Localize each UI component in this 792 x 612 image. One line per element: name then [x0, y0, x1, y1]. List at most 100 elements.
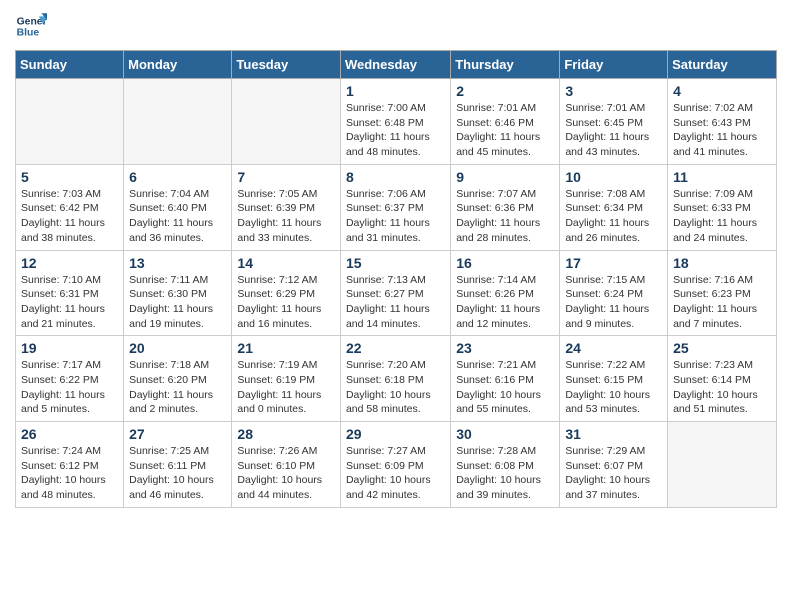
day-info: Sunrise: 7:16 AM Sunset: 6:23 PM Dayligh…	[673, 273, 771, 332]
header-thursday: Thursday	[451, 51, 560, 79]
day-number: 15	[346, 255, 445, 271]
day-info: Sunrise: 7:05 AM Sunset: 6:39 PM Dayligh…	[237, 187, 335, 246]
page: General Blue Sunday Monday Tuesday Wedne…	[0, 0, 792, 523]
calendar-cell: 10 Sunrise: 7:08 AM Sunset: 6:34 PM Dayli…	[560, 164, 668, 250]
calendar-cell: 7Sunrise: 7:05 AM Sunset: 6:39 PM Daylig…	[232, 164, 341, 250]
calendar: Sunday Monday Tuesday Wednesday Thursday…	[15, 50, 777, 508]
day-number: 18	[673, 255, 771, 271]
calendar-cell: 13 Sunrise: 7:11 AM Sunset: 6:30 PM Dayli…	[124, 250, 232, 336]
day-number: 12	[21, 255, 118, 271]
calendar-cell: 4 Sunrise: 7:02 AM Sunset: 6:43 PM Daylig…	[668, 79, 777, 165]
calendar-cell: 25Sunrise: 7:23 AM Sunset: 6:14 PM Dayli…	[668, 336, 777, 422]
calendar-cell: 26 Sunrise: 7:24 AM Sunset: 6:12 PM Dayli…	[16, 422, 124, 508]
day-info: Sunrise: 7:02 AM Sunset: 6:43 PM Dayligh…	[673, 101, 771, 160]
calendar-cell: 30 Sunrise: 7:28 AM Sunset: 6:08 PM Dayli…	[451, 422, 560, 508]
calendar-cell: 17 Sunrise: 7:15 AM Sunset: 6:24 PM Dayli…	[560, 250, 668, 336]
day-info: Sunrise: 7:20 AM Sunset: 6:18 PM Dayligh…	[346, 358, 445, 417]
day-info: Sunrise: 7:21 AM Sunset: 6:16 PM Dayligh…	[456, 358, 554, 417]
day-info: Sunrise: 7:08 AM Sunset: 6:34 PM Dayligh…	[565, 187, 662, 246]
calendar-cell: 23 Sunrise: 7:21 AM Sunset: 6:16 PM Dayli…	[451, 336, 560, 422]
day-number: 4	[673, 83, 771, 99]
day-number: 28	[237, 426, 335, 442]
calendar-cell: 29 Sunrise: 7:27 AM Sunset: 6:09 PM Dayli…	[340, 422, 450, 508]
day-info: Sunrise: 7:10 AM Sunset: 6:31 PM Dayligh…	[21, 273, 118, 332]
day-number: 30	[456, 426, 554, 442]
day-info: Sunrise: 7:25 AM Sunset: 6:11 PM Dayligh…	[129, 444, 226, 503]
calendar-cell: 20 Sunrise: 7:18 AM Sunset: 6:20 PM Dayli…	[124, 336, 232, 422]
header-tuesday: Tuesday	[232, 51, 341, 79]
calendar-cell: 14 Sunrise: 7:12 AM Sunset: 6:29 PM Dayli…	[232, 250, 341, 336]
day-info: Sunrise: 7:09 AM Sunset: 6:33 PM Dayligh…	[673, 187, 771, 246]
calendar-cell: 28 Sunrise: 7:26 AM Sunset: 6:10 PM Dayli…	[232, 422, 341, 508]
day-info: Sunrise: 7:23 AM Sunset: 6:14 PM Dayligh…	[673, 358, 771, 417]
day-number: 27	[129, 426, 226, 442]
calendar-cell: 27 Sunrise: 7:25 AM Sunset: 6:11 PM Dayli…	[124, 422, 232, 508]
day-number: 26	[21, 426, 118, 442]
calendar-cell: 9 Sunrise: 7:07 AM Sunset: 6:36 PM Daylig…	[451, 164, 560, 250]
day-info: Sunrise: 7:14 AM Sunset: 6:26 PM Dayligh…	[456, 273, 554, 332]
day-info: Sunrise: 7:26 AM Sunset: 6:10 PM Dayligh…	[237, 444, 335, 503]
day-number: 16	[456, 255, 554, 271]
header-friday: Friday	[560, 51, 668, 79]
calendar-cell: 1 Sunrise: 7:00 AM Sunset: 6:48 PM Daylig…	[340, 79, 450, 165]
day-number: 29	[346, 426, 445, 442]
weekday-header-row: Sunday Monday Tuesday Wednesday Thursday…	[16, 51, 777, 79]
day-info: Sunrise: 7:18 AM Sunset: 6:20 PM Dayligh…	[129, 358, 226, 417]
day-info: Sunrise: 7:24 AM Sunset: 6:12 PM Dayligh…	[21, 444, 118, 503]
day-number: 20	[129, 340, 226, 356]
calendar-cell	[232, 79, 341, 165]
day-number: 14	[237, 255, 335, 271]
day-info: Sunrise: 7:12 AM Sunset: 6:29 PM Dayligh…	[237, 273, 335, 332]
header-sunday: Sunday	[16, 51, 124, 79]
day-info: Sunrise: 7:01 AM Sunset: 6:45 PM Dayligh…	[565, 101, 662, 160]
calendar-cell	[668, 422, 777, 508]
calendar-week-row: 1 Sunrise: 7:00 AM Sunset: 6:48 PM Daylig…	[16, 79, 777, 165]
calendar-week-row: 12 Sunrise: 7:10 AM Sunset: 6:31 PM Dayli…	[16, 250, 777, 336]
day-info: Sunrise: 7:03 AM Sunset: 6:42 PM Dayligh…	[21, 187, 118, 246]
day-info: Sunrise: 7:17 AM Sunset: 6:22 PM Dayligh…	[21, 358, 118, 417]
day-number: 1	[346, 83, 445, 99]
calendar-cell: 31 Sunrise: 7:29 AM Sunset: 6:07 PM Dayli…	[560, 422, 668, 508]
day-number: 31	[565, 426, 662, 442]
day-info: Sunrise: 7:19 AM Sunset: 6:19 PM Dayligh…	[237, 358, 335, 417]
calendar-cell: 12 Sunrise: 7:10 AM Sunset: 6:31 PM Dayli…	[16, 250, 124, 336]
day-info: Sunrise: 7:07 AM Sunset: 6:36 PM Dayligh…	[456, 187, 554, 246]
day-number: 13	[129, 255, 226, 271]
day-info: Sunrise: 7:06 AM Sunset: 6:37 PM Dayligh…	[346, 187, 445, 246]
calendar-cell: 24 Sunrise: 7:22 AM Sunset: 6:15 PM Dayli…	[560, 336, 668, 422]
day-info: Sunrise: 7:29 AM Sunset: 6:07 PM Dayligh…	[565, 444, 662, 503]
calendar-week-row: 26 Sunrise: 7:24 AM Sunset: 6:12 PM Dayli…	[16, 422, 777, 508]
day-info: Sunrise: 7:15 AM Sunset: 6:24 PM Dayligh…	[565, 273, 662, 332]
calendar-cell: 18 Sunrise: 7:16 AM Sunset: 6:23 PM Dayli…	[668, 250, 777, 336]
svg-text:Blue: Blue	[17, 28, 40, 39]
day-number: 6	[129, 169, 226, 185]
header-wednesday: Wednesday	[340, 51, 450, 79]
day-info: Sunrise: 7:11 AM Sunset: 6:30 PM Dayligh…	[129, 273, 226, 332]
day-info: Sunrise: 7:04 AM Sunset: 6:40 PM Dayligh…	[129, 187, 226, 246]
day-number: 17	[565, 255, 662, 271]
day-info: Sunrise: 7:22 AM Sunset: 6:15 PM Dayligh…	[565, 358, 662, 417]
calendar-cell	[16, 79, 124, 165]
day-number: 3	[565, 83, 662, 99]
calendar-cell: 8Sunrise: 7:06 AM Sunset: 6:37 PM Daylig…	[340, 164, 450, 250]
day-number: 24	[565, 340, 662, 356]
day-number: 9	[456, 169, 554, 185]
day-number: 10	[565, 169, 662, 185]
logo-icon: General Blue	[15, 10, 47, 42]
day-info: Sunrise: 7:28 AM Sunset: 6:08 PM Dayligh…	[456, 444, 554, 503]
day-number: 22	[346, 340, 445, 356]
calendar-cell: 16 Sunrise: 7:14 AM Sunset: 6:26 PM Dayli…	[451, 250, 560, 336]
header-saturday: Saturday	[668, 51, 777, 79]
day-info: Sunrise: 7:00 AM Sunset: 6:48 PM Dayligh…	[346, 101, 445, 160]
day-number: 19	[21, 340, 118, 356]
day-number: 23	[456, 340, 554, 356]
calendar-week-row: 19 Sunrise: 7:17 AM Sunset: 6:22 PM Dayli…	[16, 336, 777, 422]
calendar-cell: 11 Sunrise: 7:09 AM Sunset: 6:33 PM Dayli…	[668, 164, 777, 250]
calendar-cell: 19 Sunrise: 7:17 AM Sunset: 6:22 PM Dayli…	[16, 336, 124, 422]
logo-area: General Blue	[15, 10, 47, 42]
day-number: 5	[21, 169, 118, 185]
day-number: 11	[673, 169, 771, 185]
day-info: Sunrise: 7:27 AM Sunset: 6:09 PM Dayligh…	[346, 444, 445, 503]
header: General Blue	[15, 10, 777, 42]
calendar-cell: 6 Sunrise: 7:04 AM Sunset: 6:40 PM Daylig…	[124, 164, 232, 250]
